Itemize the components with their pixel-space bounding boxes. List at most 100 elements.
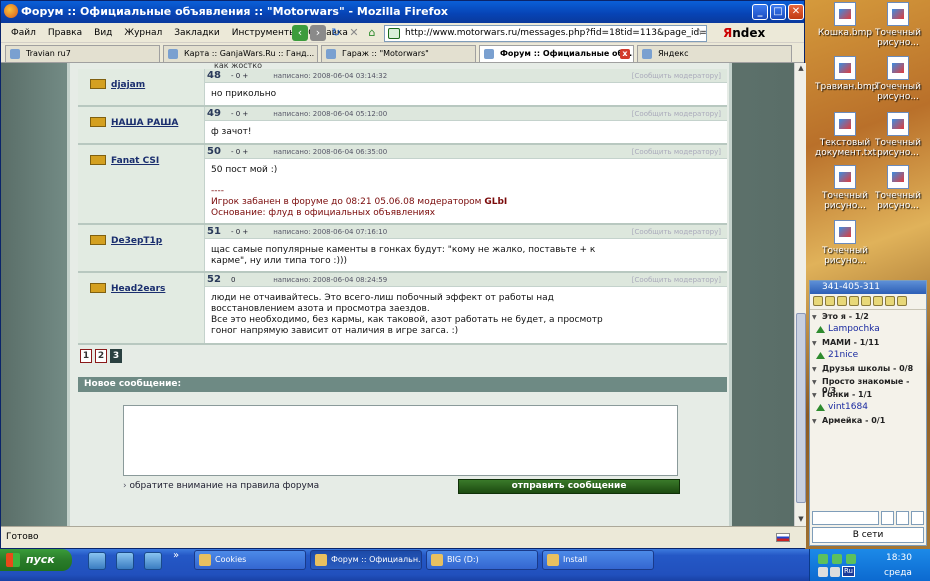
desktop-file-icon[interactable]: Точечный рисуно... xyxy=(868,2,928,48)
send-message-button[interactable]: отправить сообщение xyxy=(458,479,680,494)
desktop-file-icon[interactable]: Кошка.bmp xyxy=(815,2,875,38)
maximize-button[interactable]: □ xyxy=(770,4,786,20)
scroll-thumb[interactable] xyxy=(796,313,806,503)
menu-history[interactable]: Журнал xyxy=(118,28,168,38)
yandex-search-widget[interactable]: Яndex xyxy=(723,26,765,40)
language-indicator[interactable]: Ru xyxy=(842,566,855,577)
report-moderator-link[interactable]: [Сообщить модератору] xyxy=(632,107,721,121)
icq-group[interactable]: Друзья школы - 0/8 xyxy=(810,362,926,375)
post-karma-vote[interactable]: - 0 + xyxy=(231,69,271,83)
author-link[interactable]: De3epT1p xyxy=(111,236,162,246)
icq-tool-icon[interactable] xyxy=(825,296,835,306)
desktop-file-icon[interactable]: Точечный рисуно... xyxy=(868,112,928,158)
icq-tool-icon[interactable] xyxy=(861,296,871,306)
tab-yandex[interactable]: Яндекс xyxy=(637,45,792,62)
taskbar-button-install[interactable]: Install xyxy=(542,550,654,570)
tray-app-icon[interactable] xyxy=(832,554,842,564)
back-button[interactable]: ‹ xyxy=(292,25,308,41)
icq-group[interactable]: Это я - 1/2 xyxy=(810,310,926,323)
vertical-scrollbar[interactable]: ▲ ▼ xyxy=(794,63,806,526)
desktop-file-icon[interactable]: Точечный рисуно... xyxy=(868,56,928,102)
icq-group[interactable]: Просто знакомые - 0/3 xyxy=(810,375,926,395)
clock-time[interactable]: 18:30 xyxy=(886,553,912,563)
taskbar-button-cookies[interactable]: Cookies xyxy=(194,550,306,570)
icq-tool-icon[interactable] xyxy=(897,296,907,306)
quicklaunch-browser-icon[interactable] xyxy=(88,552,106,570)
tray-network-icon[interactable] xyxy=(818,567,828,577)
page-link-2[interactable]: 2 xyxy=(95,349,107,363)
post-karma-vote[interactable]: - 0 + xyxy=(231,145,271,159)
post-number[interactable]: 48 xyxy=(207,69,221,83)
icq-title[interactable]: 341-405-311 xyxy=(810,281,926,294)
forward-button[interactable]: › xyxy=(310,25,326,41)
post-number[interactable]: 51 xyxy=(207,225,221,239)
reload-button[interactable]: ↻ xyxy=(328,25,344,41)
page-link-3-current[interactable]: 3 xyxy=(110,349,122,363)
stop-button[interactable]: ✕ xyxy=(346,25,362,41)
tray-volume-icon[interactable] xyxy=(830,567,840,577)
icq-search-icon[interactable] xyxy=(881,511,895,525)
desktop-file-icon[interactable]: Точечный рисуно... xyxy=(868,165,928,211)
icq-tool-icon[interactable] xyxy=(837,296,847,306)
icq-contact-list-window[interactable]: 341-405-311 Это я - 1/2LampochkaМАМИ - 1… xyxy=(809,280,927,546)
icq-contact[interactable]: 21nice xyxy=(810,349,926,362)
icq-contact[interactable]: vint1684 xyxy=(810,401,926,414)
tab-garage[interactable]: Гараж :: "Motorwars" xyxy=(321,45,476,62)
post-karma-vote[interactable]: 0 xyxy=(231,273,271,287)
icq-tool-icon[interactable] xyxy=(849,296,859,306)
post-number[interactable]: 49 xyxy=(207,107,221,121)
icq-contact[interactable]: Lampochka xyxy=(810,323,926,336)
message-textarea[interactable] xyxy=(123,405,678,476)
report-moderator-link[interactable]: [Сообщить модератору] xyxy=(632,273,721,287)
menu-tools[interactable]: Инструменты xyxy=(226,28,302,38)
post-karma-vote[interactable]: - 0 + xyxy=(231,107,271,121)
title-bar[interactable]: Форум :: Официальные объявления :: "Moto… xyxy=(1,1,804,23)
post-karma-vote[interactable]: - 0 + xyxy=(231,225,271,239)
icq-menu-button[interactable] xyxy=(812,511,880,525)
quicklaunch-desktop-icon[interactable] xyxy=(144,552,162,570)
icq-tool-icon[interactable] xyxy=(873,296,883,306)
tray-app-icon[interactable] xyxy=(846,554,856,564)
author-link[interactable]: Head2ears xyxy=(111,284,165,294)
quicklaunch-files-icon[interactable] xyxy=(116,552,134,570)
minimize-button[interactable]: _ xyxy=(752,4,768,20)
icq-tool-icon[interactable] xyxy=(885,296,895,306)
tab-travian[interactable]: Travian ru7 xyxy=(5,45,160,62)
icq-group[interactable]: Армейка - 0/1 xyxy=(810,414,926,427)
russian-flag-icon[interactable] xyxy=(776,533,790,542)
taskbar-button-firefox[interactable]: Форум :: Официальн... xyxy=(310,550,422,570)
post-number[interactable]: 52 xyxy=(207,273,221,287)
page-link-1[interactable]: 1 xyxy=(80,349,92,363)
icq-option-icon[interactable] xyxy=(911,511,924,525)
address-bar[interactable]: http://www.motorwars.ru/messages.php?fid… xyxy=(384,25,707,42)
quicklaunch-expand-icon[interactable]: » xyxy=(173,550,179,561)
taskbar-button-big-d[interactable]: BIG (D:) xyxy=(426,550,538,570)
forum-rules-link[interactable]: правила форума xyxy=(240,481,319,491)
report-moderator-link[interactable]: [Сообщить модератору] xyxy=(632,225,721,239)
report-moderator-link[interactable]: [Сообщить модератору] xyxy=(632,145,721,159)
icq-group[interactable]: Гонки - 1/1 xyxy=(810,388,926,401)
menu-edit[interactable]: Правка xyxy=(42,28,88,38)
tab-ganjawars[interactable]: Карта :: GanjaWars.Ru :: Ганд... xyxy=(163,45,318,62)
desktop-file-icon[interactable]: Текстовый документ.txt xyxy=(815,112,876,158)
tab-close-icon[interactable]: x xyxy=(620,49,630,59)
icq-group[interactable]: МАМИ - 1/11 xyxy=(810,336,926,349)
icq-option-icon[interactable] xyxy=(896,511,910,525)
home-button[interactable]: ⌂ xyxy=(364,25,380,41)
tab-forum[interactable]: Форум :: Официальные объ... x xyxy=(479,45,634,62)
post-number[interactable]: 50 xyxy=(207,145,221,159)
menu-bookmarks[interactable]: Закладки xyxy=(168,28,226,38)
bookmark-star-icon[interactable]: ☆ xyxy=(695,26,703,41)
icq-tool-icon[interactable] xyxy=(813,296,823,306)
start-button[interactable]: пуск xyxy=(0,549,72,571)
menu-view[interactable]: Вид xyxy=(88,28,118,38)
scroll-up-icon[interactable]: ▲ xyxy=(796,64,806,74)
author-link[interactable]: Fanat CSI xyxy=(111,156,159,166)
tray-icq-icon[interactable] xyxy=(818,554,828,564)
scroll-down-icon[interactable]: ▼ xyxy=(796,515,806,525)
desktop-file-icon[interactable]: Травиан.bmp xyxy=(815,56,877,92)
icq-status-selector[interactable]: В сети xyxy=(812,527,924,543)
desktop-file-icon[interactable]: Точечный рисуно... xyxy=(815,220,875,266)
menu-file[interactable]: Файл xyxy=(5,28,42,38)
report-moderator-link[interactable]: [Сообщить модератору] xyxy=(632,69,721,83)
